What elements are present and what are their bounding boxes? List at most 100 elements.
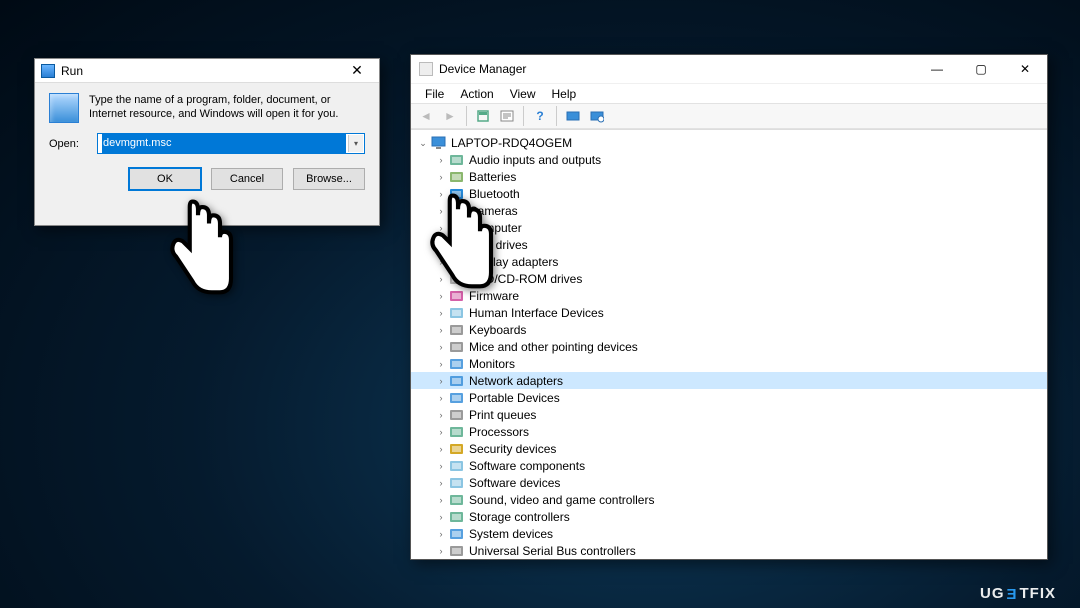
- help-button[interactable]: ?: [529, 105, 551, 127]
- tree-category[interactable]: ›Bluetooth: [411, 185, 1047, 202]
- tree-category[interactable]: ›Network adapters: [411, 372, 1047, 389]
- expand-icon[interactable]: ›: [435, 458, 447, 474]
- back-button[interactable]: ◄: [415, 105, 437, 127]
- maximize-button[interactable]: ▢: [959, 55, 1003, 83]
- separator: [466, 106, 467, 126]
- menu-help[interactable]: Help: [544, 84, 585, 104]
- tree-category[interactable]: › Firmware: [411, 287, 1047, 304]
- chevron-down-icon[interactable]: ▾: [348, 135, 363, 152]
- dm-toolbar: ◄ ► ?: [411, 103, 1047, 129]
- close-button[interactable]: ✕: [1003, 55, 1047, 83]
- expand-icon[interactable]: ›: [435, 441, 447, 457]
- tree-category[interactable]: ›Mice and other pointing devices: [411, 338, 1047, 355]
- expand-icon[interactable]: ›: [435, 509, 447, 525]
- tree-category[interactable]: › Processors: [411, 423, 1047, 440]
- expand-icon[interactable]: ›: [435, 237, 447, 253]
- tree-category-label: DVD/CD-ROM drives: [469, 271, 582, 287]
- tree-category-label: System devices: [469, 526, 553, 542]
- cancel-button[interactable]: Cancel: [211, 168, 283, 190]
- tree-category-label: Keyboards: [469, 322, 526, 338]
- forward-button[interactable]: ►: [439, 105, 461, 127]
- tree-root[interactable]: ⌄LAPTOP-RDQ4OGEM: [411, 134, 1047, 151]
- minimize-button[interactable]: —: [915, 55, 959, 83]
- tree-category-label: Disk drives: [469, 237, 528, 253]
- open-input[interactable]: devmgmt.msc: [97, 133, 365, 154]
- uninstall-button[interactable]: [586, 105, 608, 127]
- monitor-icon: [449, 357, 465, 371]
- tree-category[interactable]: › Software components: [411, 457, 1047, 474]
- scan-button[interactable]: [562, 105, 584, 127]
- expand-icon[interactable]: ›: [435, 356, 447, 372]
- tree-category[interactable]: › Batteries: [411, 168, 1047, 185]
- expand-icon[interactable]: ›: [435, 390, 447, 406]
- tree-category-label: Cameras: [469, 203, 518, 219]
- collapse-icon[interactable]: ⌄: [417, 135, 429, 151]
- properties-button[interactable]: [496, 105, 518, 127]
- tree-category[interactable]: › Universal Serial Bus controllers: [411, 542, 1047, 559]
- menu-file[interactable]: File: [417, 84, 452, 104]
- expand-icon[interactable]: ›: [435, 475, 447, 491]
- dm-titlebar[interactable]: Device Manager — ▢ ✕: [411, 55, 1047, 83]
- tree-category[interactable]: ›Storage controllers: [411, 508, 1047, 525]
- separator: [523, 106, 524, 126]
- ok-button[interactable]: OK: [129, 168, 201, 190]
- display-icon: [449, 255, 465, 269]
- menu-action[interactable]: Action: [452, 84, 501, 104]
- tree-category[interactable]: ›Portable Devices: [411, 389, 1047, 406]
- tree-category[interactable]: › Cameras: [411, 202, 1047, 219]
- browse-button[interactable]: Browse...: [293, 168, 365, 190]
- tree-category[interactable]: › Disk drives: [411, 236, 1047, 253]
- expand-icon[interactable]: ›: [435, 424, 447, 440]
- tree-category-label: Firmware: [469, 288, 519, 304]
- expand-icon[interactable]: ›: [435, 169, 447, 185]
- tree-category-label: Batteries: [469, 169, 516, 185]
- expand-icon[interactable]: ›: [435, 271, 447, 287]
- menu-view[interactable]: View: [502, 84, 544, 104]
- tree-category-label: Software components: [469, 458, 585, 474]
- tree-category-label: Audio inputs and outputs: [469, 152, 601, 168]
- expand-icon[interactable]: ›: [435, 543, 447, 559]
- computer-icon: [449, 221, 465, 235]
- show-hidden-button[interactable]: [472, 105, 494, 127]
- keyboard-icon: [449, 323, 465, 337]
- disk-icon: [449, 238, 465, 252]
- tree-category[interactable]: ›Software devices: [411, 474, 1047, 491]
- expand-icon[interactable]: ›: [435, 339, 447, 355]
- tree-category[interactable]: ›Display adapters: [411, 253, 1047, 270]
- software-icon: [449, 459, 465, 473]
- expand-icon[interactable]: ›: [435, 407, 447, 423]
- run-title: Run: [61, 64, 83, 78]
- tree-category[interactable]: ›Monitors: [411, 355, 1047, 372]
- tree-category[interactable]: › System devices: [411, 525, 1047, 542]
- mouse-icon: [449, 340, 465, 354]
- tree-category[interactable]: ›Computer: [411, 219, 1047, 236]
- device-tree[interactable]: ⌄LAPTOP-RDQ4OGEM › Audio inputs and output…: [411, 129, 1047, 559]
- expand-icon[interactable]: ›: [435, 254, 447, 270]
- expand-icon[interactable]: ›: [435, 526, 447, 542]
- run-program-icon: [49, 93, 79, 123]
- expand-icon[interactable]: ›: [435, 322, 447, 338]
- expand-icon[interactable]: ›: [435, 492, 447, 508]
- tree-category[interactable]: › DVD/CD-ROM drives: [411, 270, 1047, 287]
- tree-category[interactable]: ›Print queues: [411, 406, 1047, 423]
- tree-category[interactable]: › Audio inputs and outputs: [411, 151, 1047, 168]
- expand-icon[interactable]: ›: [435, 186, 447, 202]
- expand-icon[interactable]: ›: [435, 220, 447, 236]
- run-dialog: Run ✕ Type the name of a program, folder…: [34, 58, 380, 226]
- expand-icon[interactable]: ›: [435, 203, 447, 219]
- tree-category[interactable]: ›Human Interface Devices: [411, 304, 1047, 321]
- portable-icon: [449, 391, 465, 405]
- expand-icon[interactable]: ›: [435, 288, 447, 304]
- run-titlebar[interactable]: Run ✕: [35, 59, 379, 83]
- tree-category[interactable]: › Keyboards: [411, 321, 1047, 338]
- close-button[interactable]: ✕: [339, 61, 375, 81]
- tree-category[interactable]: ›Sound, video and game controllers: [411, 491, 1047, 508]
- system-icon: [449, 527, 465, 541]
- open-combobox[interactable]: devmgmt.msc ▾: [97, 133, 365, 154]
- expand-icon[interactable]: ›: [435, 373, 447, 389]
- tree-category-label: Processors: [469, 424, 529, 440]
- expand-icon[interactable]: ›: [435, 152, 447, 168]
- expand-icon[interactable]: ›: [435, 305, 447, 321]
- tree-category[interactable]: ›Security devices: [411, 440, 1047, 457]
- tree-category-label: Universal Serial Bus controllers: [469, 543, 636, 559]
